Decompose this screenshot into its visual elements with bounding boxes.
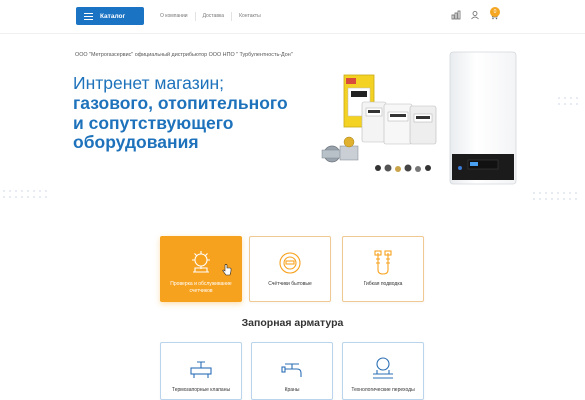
- nav-about[interactable]: О компании: [160, 12, 195, 21]
- hero-title-line4: оборудования: [73, 132, 199, 152]
- category-label-hose: Гибкая подводка: [363, 281, 403, 287]
- pipe-icon: [373, 357, 393, 379]
- hero-subtitle: ООО "Метрогазсервис" официальный дистриб…: [75, 52, 293, 58]
- section-title-shutoff: Запорная арматура: [241, 317, 344, 329]
- shutoff-label-taps: Краны: [284, 387, 300, 393]
- decor-dots-left: [3, 190, 47, 198]
- category-card-hose[interactable]: Гибкая подводка: [342, 236, 424, 302]
- decor-dots-right: [533, 192, 577, 200]
- decor-dots-top-right: [558, 97, 578, 105]
- service-icon: [192, 251, 210, 273]
- hero-title-line1: Интренет магазин;: [73, 73, 225, 93]
- hero-title-line2: газового, отопительного: [73, 93, 288, 113]
- nav-contacts[interactable]: Контакты: [231, 12, 268, 21]
- hero-title-line3: и сопутствующего: [73, 112, 234, 133]
- boiler-image: [449, 51, 517, 185]
- cart-count-badge: 0: [490, 7, 500, 17]
- site-header: Каталог О компании Доставка Контакты 0: [0, 0, 585, 34]
- hero-products-image: [321, 74, 437, 172]
- hose-icon: [374, 250, 392, 275]
- catalog-label: Каталог: [100, 12, 126, 20]
- meter-icon: [279, 252, 301, 274]
- menu-icon: [84, 12, 93, 20]
- shutoff-card-transitions[interactable]: Технологические переходы: [342, 342, 424, 400]
- category-label-meters: Счётчики бытовые: [268, 281, 312, 287]
- category-card-meters[interactable]: Счётчики бытовые: [249, 236, 331, 302]
- category-label-service: Проверка и обслуживание счетчиков: [170, 281, 232, 294]
- compare-icon[interactable]: [451, 10, 461, 20]
- tap-icon: [281, 363, 302, 377]
- main-nav: О компании Доставка Контакты: [160, 12, 268, 21]
- nav-delivery[interactable]: Доставка: [194, 12, 231, 21]
- valve-icon: [190, 361, 212, 378]
- catalog-button[interactable]: Каталог: [76, 7, 144, 25]
- shutoff-card-taps[interactable]: Краны: [251, 342, 333, 400]
- user-icon[interactable]: [470, 10, 480, 20]
- shutoff-label-valves: Термозапорные клапаны: [171, 387, 231, 393]
- shutoff-card-valves[interactable]: Термозапорные клапаны: [160, 342, 242, 400]
- shutoff-label-transitions: Технологические переходы: [351, 387, 415, 393]
- hand-cursor-icon: [222, 264, 232, 276]
- hero-title: Интренет магазин; газового, отопительног…: [73, 73, 333, 153]
